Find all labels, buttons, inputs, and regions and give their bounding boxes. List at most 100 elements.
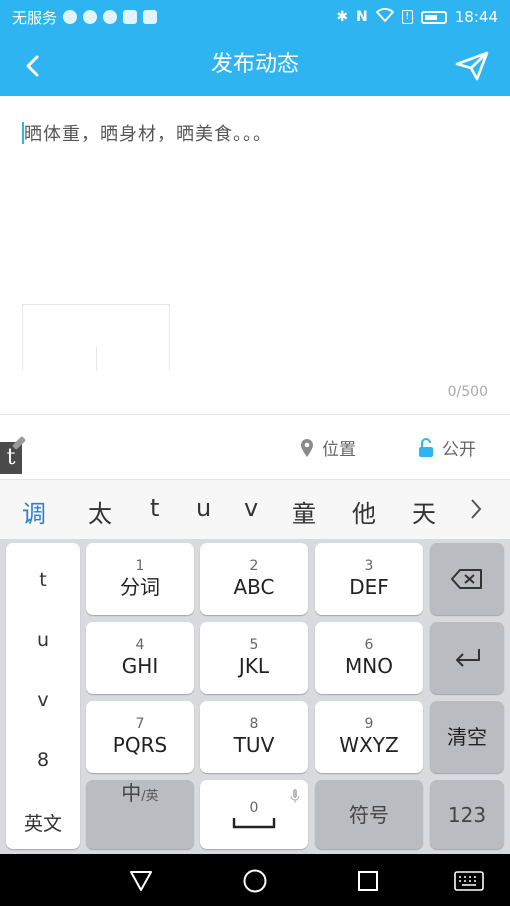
keyboard: t u v 8 英文 1 分词 2 ABC 3 DEF 4 GHI 5 JKL …: [0, 539, 510, 854]
pinyin-item[interactable]: u: [6, 629, 80, 651]
notification-icon: [143, 10, 158, 24]
key-label: WXYZ: [339, 733, 399, 757]
status-bar: 无服务 ✱ N ! 18:44: [0, 0, 510, 34]
candidate-item[interactable]: v: [244, 494, 258, 522]
candidate-item[interactable]: 童: [292, 494, 316, 529]
candidate-item[interactable]: 太: [88, 494, 112, 529]
status-time: 18:44: [454, 8, 498, 26]
candidate-item[interactable]: t: [150, 494, 159, 522]
key-label: ABC: [233, 575, 275, 599]
enter-key[interactable]: [430, 622, 504, 694]
nav-back-button[interactable]: [126, 866, 156, 896]
key-label: JKL: [238, 654, 270, 678]
space-key[interactable]: 0: [200, 780, 308, 849]
backspace-key[interactable]: [430, 543, 504, 615]
key-3[interactable]: 3 DEF: [315, 543, 423, 615]
keyboard-icon: [454, 871, 484, 891]
space-bar-icon: [232, 817, 276, 828]
candidate-item[interactable]: 调: [22, 494, 46, 529]
backspace-icon: [451, 569, 482, 589]
key-number: 2: [249, 558, 259, 574]
key-number: 6: [364, 637, 374, 653]
location-pin-icon: [301, 438, 313, 457]
candidate-item[interactable]: 天: [412, 494, 436, 529]
clear-label: 清空: [447, 725, 487, 749]
nav-home-button[interactable]: [240, 866, 270, 896]
cloud-icon: [63, 10, 78, 24]
status-right: ✱ N ! 18:44: [336, 8, 498, 26]
square-recents-icon: [358, 871, 378, 891]
key-number: 8: [249, 716, 259, 732]
key-number: 5: [249, 637, 259, 653]
key-label: TUV: [233, 733, 275, 757]
nav-keyboard-button[interactable]: [452, 866, 486, 896]
clear-key[interactable]: 清空: [430, 701, 504, 773]
key-label: GHI: [121, 654, 159, 678]
language-switch-key[interactable]: 中 /英: [86, 780, 194, 849]
status-left: 无服务: [12, 7, 158, 28]
bluetooth-icon: ✱: [336, 9, 349, 25]
gallery-icon: [123, 10, 138, 24]
wifi-icon: [375, 8, 395, 26]
signal-alert-icon: !: [401, 10, 413, 24]
system-nav-bar: [0, 854, 510, 906]
privacy-option[interactable]: 公开: [418, 435, 476, 460]
circle-home-icon: [243, 869, 267, 893]
unlock-icon: [419, 437, 433, 457]
carrier-label: 无服务: [12, 8, 58, 27]
page-title: 发布动态: [210, 52, 299, 77]
battery-icon: [420, 10, 447, 24]
key-number: 3: [364, 558, 374, 574]
key-7[interactable]: 7 PQRS: [86, 701, 194, 773]
chevron-right-icon: [471, 499, 482, 519]
app-bar: 发布动态: [0, 34, 510, 96]
send-icon: [455, 51, 489, 81]
nfc-icon: N: [356, 9, 368, 25]
pinyin-item[interactable]: 8: [6, 749, 80, 771]
post-editor[interactable]: 晒体重，晒身材，晒美食。。。 0/500: [0, 96, 510, 414]
app-icon: [103, 10, 118, 24]
triangle-back-icon: [130, 871, 152, 891]
key-1[interactable]: 1 分词: [86, 543, 194, 615]
key-label: 分词: [120, 575, 160, 599]
key-number: 9: [364, 716, 374, 732]
lang-sub-label: /英: [141, 789, 159, 804]
key-2[interactable]: 2 ABC: [200, 543, 308, 615]
symbols-key[interactable]: 符号: [315, 780, 423, 849]
key-6[interactable]: 6 MNO: [315, 622, 423, 694]
lang-main-label: 中: [121, 781, 142, 805]
candidate-item[interactable]: 他: [352, 494, 376, 529]
key-5[interactable]: 5 JKL: [200, 622, 308, 694]
key-label: DEF: [349, 575, 389, 599]
key-4[interactable]: 4 GHI: [86, 622, 194, 694]
location-label: 位置: [322, 440, 356, 460]
candidate-item[interactable]: u: [196, 494, 211, 522]
key-label: PQRS: [112, 733, 168, 757]
key-number: 0: [249, 799, 259, 816]
post-input-placeholder[interactable]: 晒体重，晒身材，晒美食。。。: [24, 120, 272, 146]
symbols-label: 符号: [349, 802, 389, 827]
nav-recents-button[interactable]: [353, 866, 383, 896]
candidate-expand-button[interactable]: [470, 498, 482, 524]
key-number: 1: [135, 558, 145, 574]
pinyin-item[interactable]: v: [6, 689, 80, 711]
char-counter: 0/500: [447, 384, 488, 400]
privacy-label: 公开: [442, 440, 476, 460]
key-number: 7: [135, 716, 145, 732]
numbers-key[interactable]: 123: [430, 780, 504, 849]
post-options: 位置 公开: [0, 415, 510, 479]
key-label: MNO: [345, 654, 393, 678]
qq-icon: [83, 10, 98, 24]
location-option[interactable]: 位置: [300, 435, 356, 460]
english-switch-key[interactable]: 英文: [6, 809, 80, 836]
add-image-slot[interactable]: [22, 304, 170, 371]
pinyin-list[interactable]: t u v 8 英文: [6, 543, 80, 849]
enter-icon: [456, 649, 480, 667]
pinyin-item[interactable]: t: [6, 569, 80, 591]
candidate-bar: 调 太 t u v 童 他 天: [0, 479, 510, 539]
numbers-label: 123: [447, 802, 487, 827]
key-9[interactable]: 9 WXYZ: [315, 701, 423, 773]
key-number: 4: [135, 637, 145, 653]
key-8[interactable]: 8 TUV: [200, 701, 308, 773]
send-button[interactable]: [452, 48, 492, 84]
